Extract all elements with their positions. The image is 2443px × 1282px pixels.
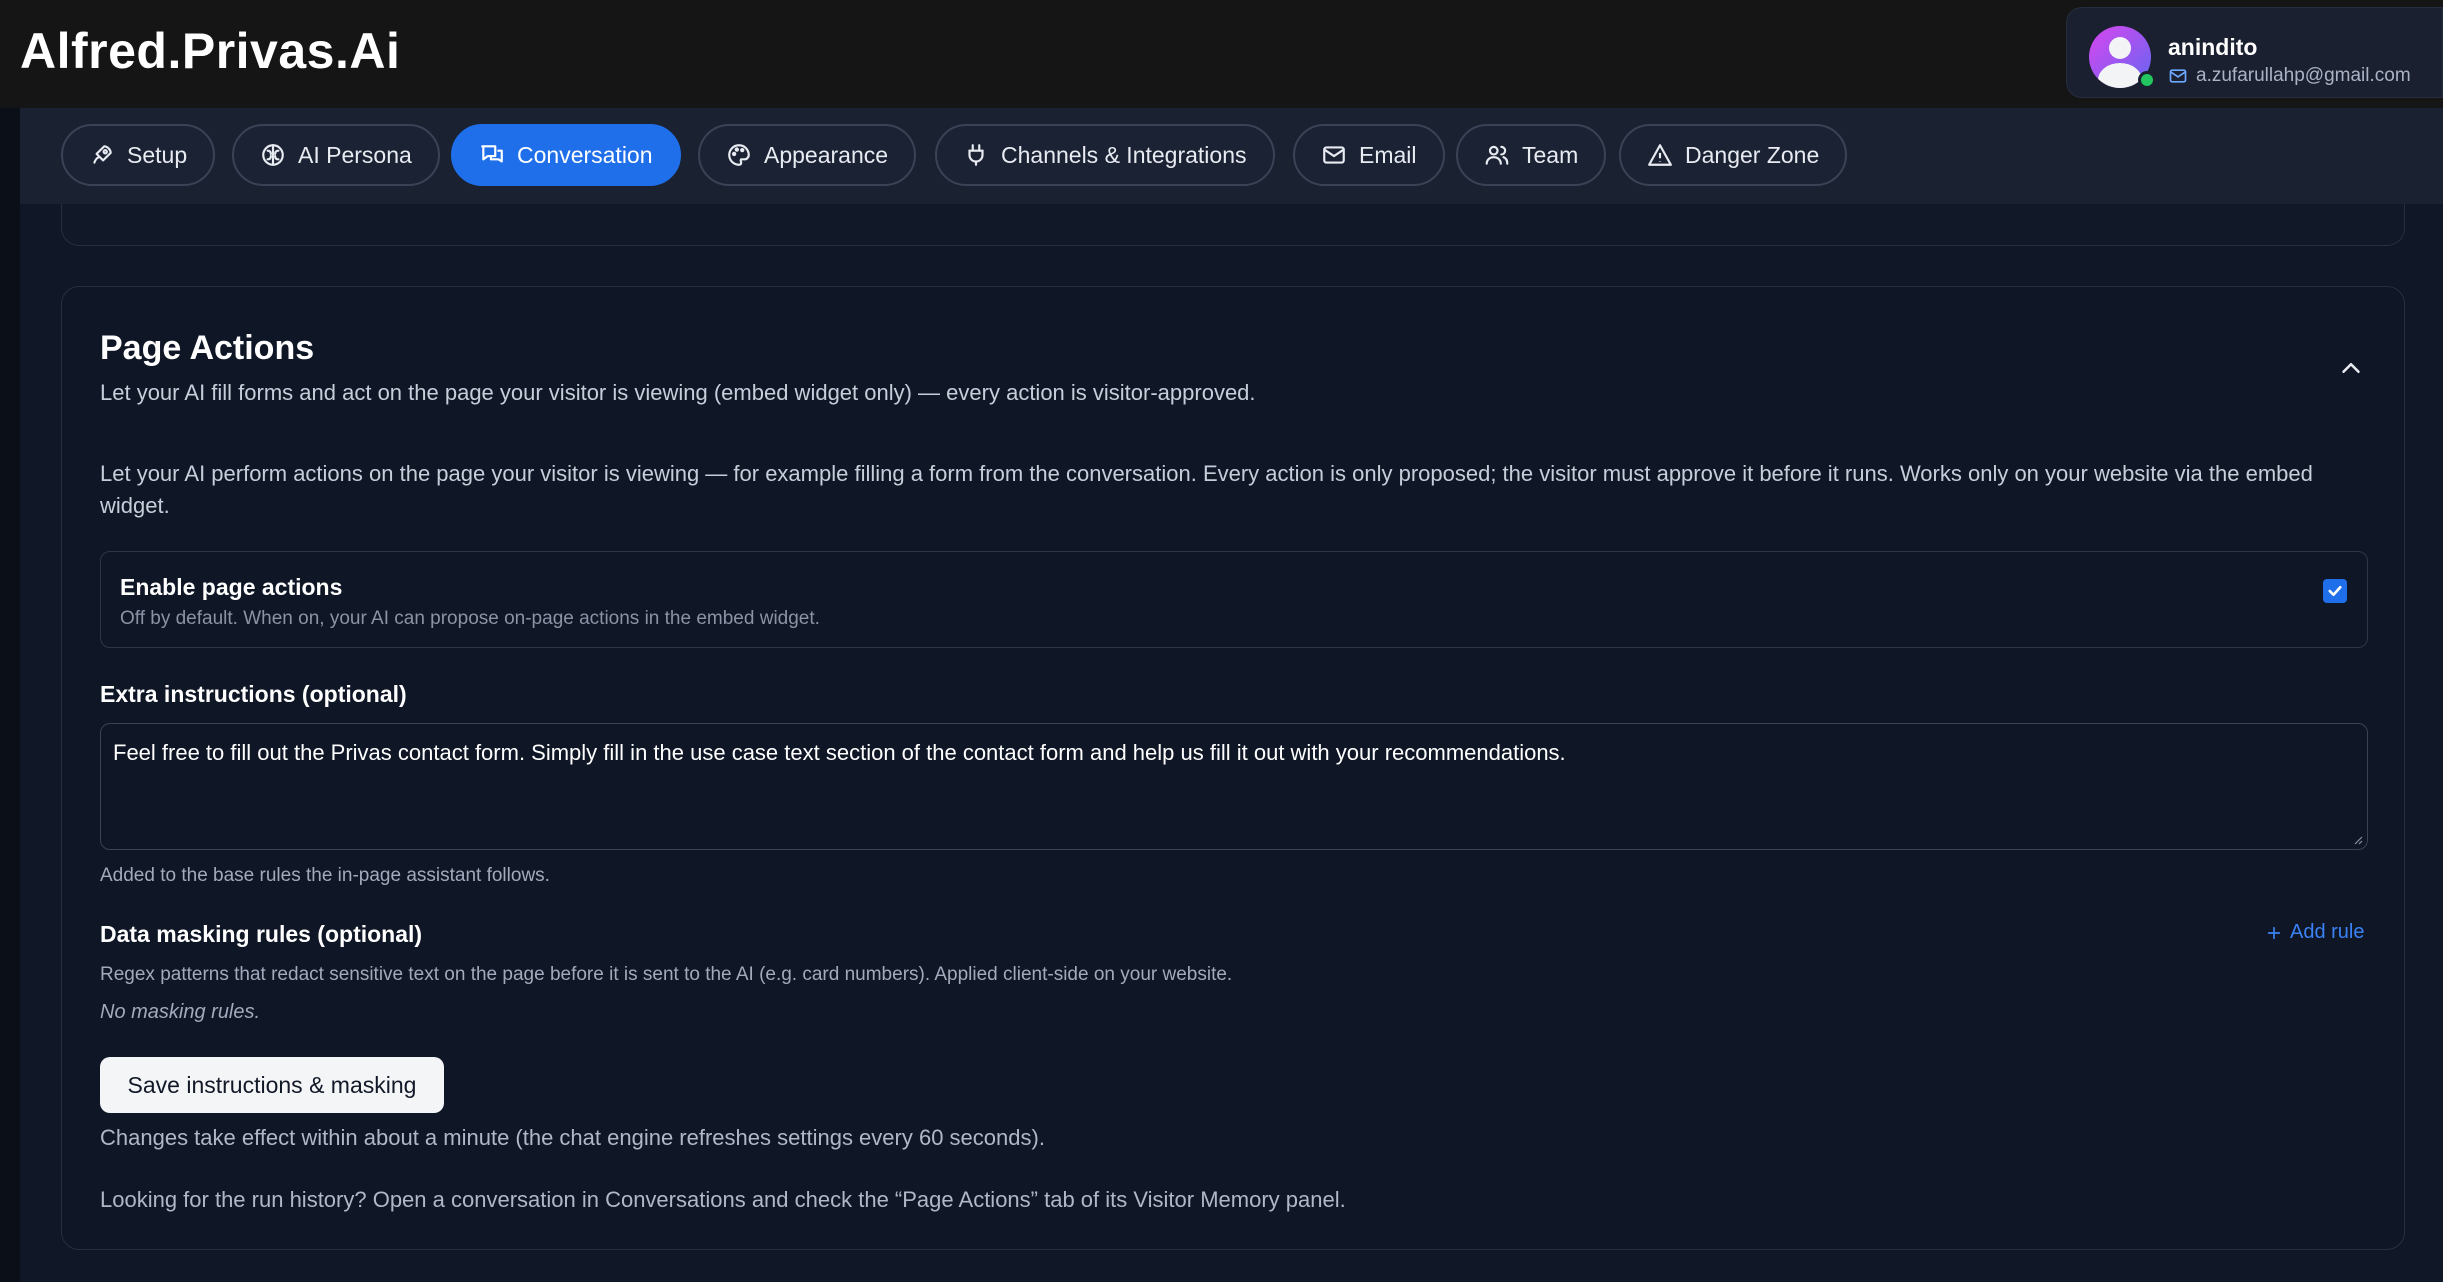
- tab-email[interactable]: Email: [1293, 124, 1445, 186]
- extra-instructions-textarea[interactable]: Feel free to fill out the Privas contact…: [100, 723, 2368, 850]
- plug-icon: [968, 144, 984, 166]
- user-name: anindito: [2168, 34, 2258, 60]
- online-status-dot: [2138, 71, 2156, 89]
- tab-appearance[interactable]: Appearance: [698, 124, 917, 186]
- add-rule-label: Add rule: [2290, 921, 2365, 943]
- add-rule-button[interactable]: Add rule: [2266, 921, 2365, 944]
- masking-rules-description: Regex patterns that redact sensitive tex…: [100, 964, 1233, 985]
- app-window: Alfred.Privas.Ai anindito a.zufarullahp@…: [0, 0, 2443, 1282]
- settings-tab-bar: Setup AI Persona Conversation Appearance…: [20, 108, 2443, 204]
- top-bar: Alfred.Privas.Ai anindito a.zufarullahp@…: [0, 0, 2443, 108]
- section-subtitle: Let your AI fill forms and act on the pa…: [100, 380, 1256, 405]
- tab-label: Channels & Integrations: [1001, 141, 1247, 168]
- tab-label: Team: [1522, 141, 1579, 168]
- tab-label: Conversation: [517, 141, 653, 168]
- tab-label: Danger Zone: [1685, 141, 1820, 168]
- user-profile-card[interactable]: anindito a.zufarullahp@gmail.com: [2066, 7, 2443, 98]
- extra-instructions-value: Feel free to fill out the Privas contact…: [113, 740, 1566, 765]
- masking-rules-label: Data masking rules (optional): [100, 921, 423, 947]
- tab-label: Setup: [127, 141, 188, 168]
- section-title: Page Actions: [100, 329, 315, 367]
- plus-icon: [2267, 926, 2281, 939]
- user-email-text: a.zufarullahp@gmail.com: [2196, 65, 2411, 86]
- check-icon: [2328, 585, 2342, 597]
- extra-instructions-help: Added to the base rules the in-page assi…: [100, 865, 550, 886]
- tab-channels-integrations[interactable]: Channels & Integrations: [935, 124, 1275, 186]
- tab-label: Email: [1359, 141, 1417, 168]
- page-actions-card: Page Actions Let your AI fill forms and …: [61, 286, 2405, 1250]
- enable-page-actions-row[interactable]: Enable page actions Off by default. When…: [100, 551, 2368, 648]
- enable-description: Off by default. When on, your AI can pro…: [120, 608, 820, 629]
- history-note: Looking for the run history? Open a conv…: [100, 1187, 1346, 1212]
- brain-icon: [262, 144, 284, 166]
- enable-page-actions-checkbox[interactable]: [2323, 579, 2347, 603]
- save-instructions-button[interactable]: Save instructions & masking: [100, 1057, 444, 1113]
- tab-danger-zone[interactable]: Danger Zone: [1619, 124, 1848, 186]
- mail-icon: [1323, 146, 1345, 164]
- extra-instructions-label: Extra instructions (optional): [100, 681, 407, 707]
- chevron-up-icon[interactable]: [2336, 353, 2366, 383]
- users-icon: [1485, 145, 1509, 165]
- palette-icon: [728, 144, 750, 166]
- chat-bubbles-icon: [481, 145, 503, 163]
- tab-conversation[interactable]: Conversation: [451, 124, 681, 186]
- tab-ai-persona[interactable]: AI Persona: [232, 124, 440, 186]
- tab-label: AI Persona: [298, 141, 412, 168]
- mail-icon: [2169, 69, 2187, 83]
- tab-label: Appearance: [764, 141, 889, 168]
- section-intro: Let your AI perform actions on the page …: [100, 461, 2313, 518]
- left-rail: [0, 108, 20, 1282]
- enable-title: Enable page actions: [120, 574, 343, 600]
- user-email: a.zufarullahp@gmail.com: [2168, 65, 2411, 87]
- warning-triangle-icon: [1648, 144, 1672, 166]
- resize-handle-icon[interactable]: [2351, 833, 2363, 845]
- app-title: Alfred.Privas.Ai: [20, 23, 401, 79]
- save-note: Changes take effect within about a minut…: [100, 1125, 1045, 1150]
- tab-setup[interactable]: Setup: [61, 124, 216, 186]
- masking-rules-empty: No masking rules.: [100, 1001, 261, 1023]
- tab-team[interactable]: Team: [1456, 124, 1607, 186]
- rocket-icon: [93, 145, 112, 164]
